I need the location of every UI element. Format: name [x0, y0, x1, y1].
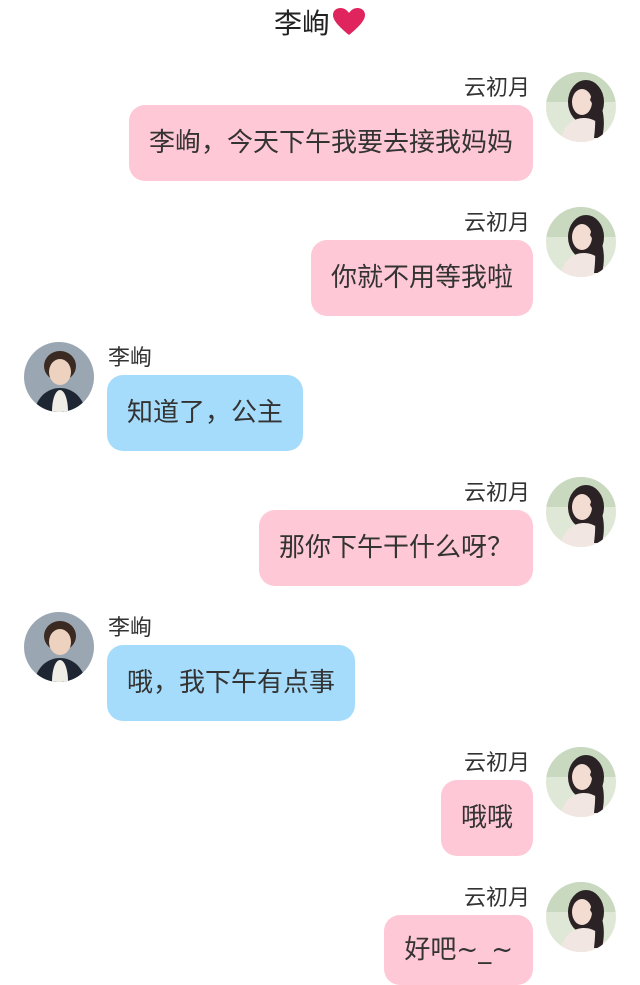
sender-name: 李峋	[108, 346, 153, 371]
avatar-yunchuyue[interactable]	[546, 207, 616, 277]
message-bubble[interactable]: 李峋，今天下午我要去接我妈妈	[128, 105, 533, 181]
message-bubble[interactable]: 你就不用等我啦	[310, 240, 533, 316]
message-bubble[interactable]: 那你下午干什么呀？	[258, 510, 533, 586]
avatar-lixun[interactable]	[24, 612, 94, 682]
avatar-yunchuyue[interactable]	[546, 72, 616, 142]
message-bubble[interactable]: 哦哦	[440, 780, 533, 856]
avatar-yunchuyue[interactable]	[546, 882, 616, 952]
avatar-yunchuyue[interactable]	[546, 747, 616, 817]
message-bubble[interactable]: 哦，我下午有点事	[107, 645, 356, 721]
sender-name: 云初月	[463, 751, 530, 776]
message-bubble[interactable]: 好吧~_~	[384, 915, 533, 985]
sender-name: 云初月	[463, 76, 530, 101]
sender-name: 云初月	[463, 481, 530, 506]
sender-name: 云初月	[463, 211, 530, 236]
message-bubble[interactable]: 知道了，公主	[107, 375, 304, 451]
avatar-yunchuyue[interactable]	[546, 477, 616, 547]
sender-name: 李峋	[108, 616, 153, 641]
avatar-lixun[interactable]	[24, 342, 94, 412]
message-list: 云初月 李峋，今天下午我要去接我妈妈 云初月 你就不用等我啦 李峋 知道了，公主…	[0, 0, 640, 985]
sender-name: 云初月	[463, 886, 530, 911]
